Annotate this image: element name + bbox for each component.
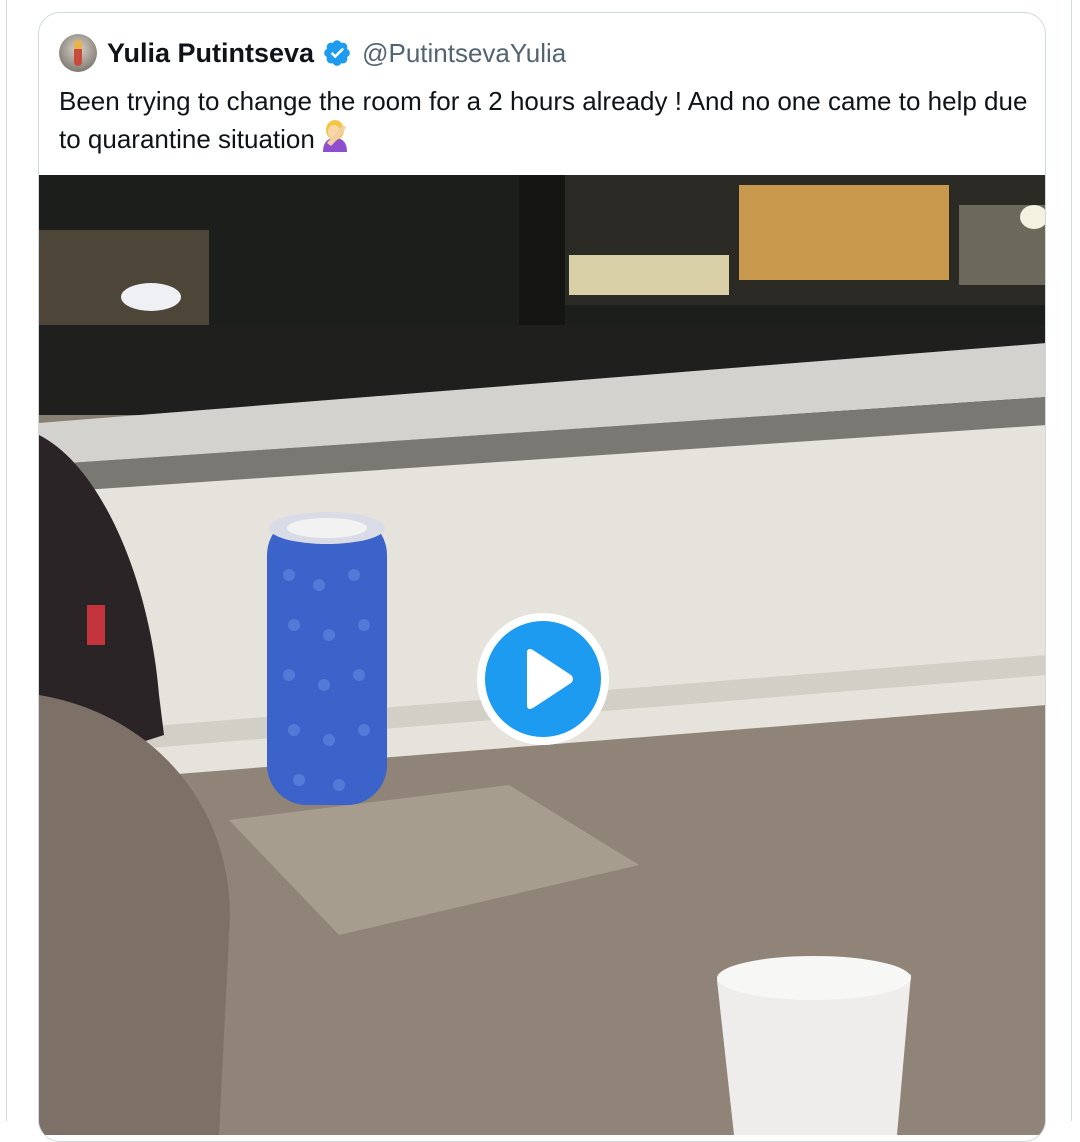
author-name[interactable]: Yulia Putintseva	[107, 38, 314, 69]
video-player[interactable]	[39, 175, 1045, 1135]
facepalm-emoji-icon	[322, 120, 347, 152]
quoted-tweet-card[interactable]: Yulia Putintseva @PutintsevaYulia Been t…	[38, 12, 1046, 1142]
play-button[interactable]	[477, 613, 609, 745]
verified-badge-icon	[324, 40, 350, 66]
tweet-header: Yulia Putintseva @PutintsevaYulia	[59, 33, 566, 73]
author-handle[interactable]: @PutintsevaYulia	[362, 38, 566, 69]
tweet-text-block: Been trying to change the room for a 2 h…	[59, 83, 1034, 157]
avatar[interactable]	[59, 34, 97, 72]
play-icon	[527, 649, 573, 709]
tweet-text: Been trying to change the room for a 2 h…	[59, 86, 1028, 154]
